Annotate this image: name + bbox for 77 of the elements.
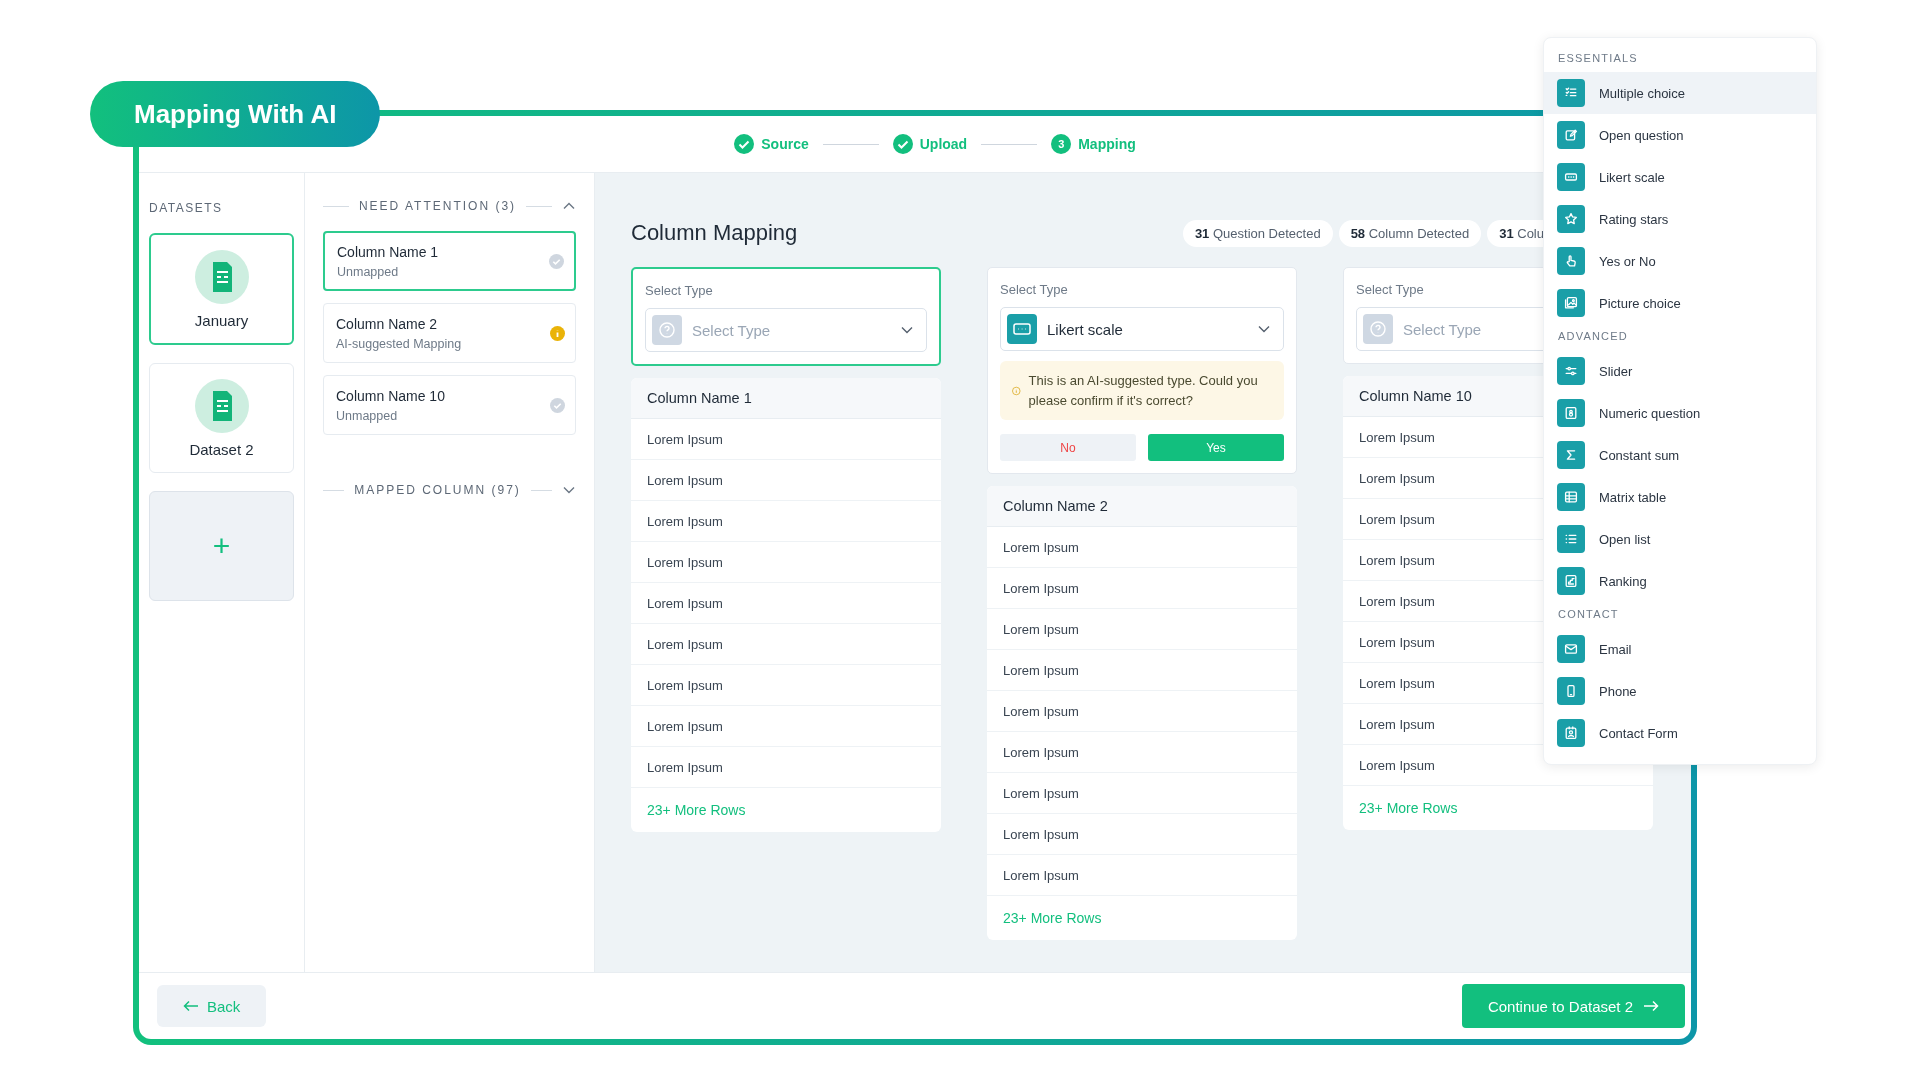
grid-icon: [1557, 483, 1585, 511]
type-select[interactable]: Likert scale: [1000, 307, 1284, 351]
pencil-icon: [1557, 121, 1585, 149]
dataset-name: January: [194, 311, 249, 329]
image-icon: [1557, 289, 1585, 317]
number-icon: [1557, 399, 1585, 427]
count-chip: 58 Column Detected: [1338, 219, 1482, 247]
notice-text: This is an AI-suggested type. Could you please confirm if it's correct?: [1028, 372, 1259, 410]
table-cell: Lorem Ipsum: [631, 624, 941, 665]
question-icon: [652, 315, 682, 345]
column-status: AI-suggested Mapping: [336, 336, 462, 351]
table-cell: Lorem Ipsum: [987, 527, 1297, 568]
check-icon: [892, 134, 913, 154]
column-status: Unmapped: [336, 408, 399, 423]
column-header: Column Name 1: [631, 378, 941, 419]
document-icon: [194, 249, 249, 304]
count-chip: 31 Question Detected: [1182, 219, 1333, 247]
checklist-icon: [1557, 79, 1585, 107]
menu-heading: ADVANCED: [1557, 329, 1629, 344]
table-cell: Lorem Ipsum: [987, 650, 1297, 691]
column-status: Unmapped: [337, 264, 400, 279]
menu-item[interactable]: Likert scale: [1544, 156, 1816, 198]
arrow-left-icon: [183, 1000, 199, 1012]
menu-item[interactable]: Multiple choice: [1544, 72, 1816, 114]
section-heading: DATASETS: [149, 201, 224, 215]
field-label: Select Type: [645, 283, 714, 298]
dataset-name: Dataset 2: [189, 440, 254, 458]
mail-icon: [1557, 635, 1585, 663]
check-icon: [549, 253, 564, 269]
column-name: Column Name 1: [337, 243, 439, 260]
table-cell: Lorem Ipsum: [631, 542, 941, 583]
arrow-right-icon: [1643, 1000, 1659, 1012]
field-label: Select Type: [1356, 282, 1425, 297]
table-cell: Lorem Ipsum: [987, 855, 1297, 896]
column-item[interactable]: Column Name 10 Unmapped: [323, 375, 576, 435]
dataset-card[interactable]: January: [149, 233, 294, 345]
menu-heading: ESSENTIALS: [1557, 51, 1639, 66]
chart-icon: [1557, 567, 1585, 595]
dataset-card[interactable]: Dataset 2: [149, 363, 294, 473]
column-name: Column Name 10: [336, 387, 445, 404]
phone-icon: [1557, 677, 1585, 705]
section-heading: MAPPED COLUMN (97): [354, 483, 521, 497]
table-cell: Lorem Ipsum: [987, 609, 1297, 650]
table-cell: Lorem Ipsum: [631, 419, 941, 460]
table-cell: Lorem Ipsum: [631, 583, 941, 624]
table-cell: Lorem Ipsum: [987, 691, 1297, 732]
column-item[interactable]: Column Name 1 Unmapped: [323, 231, 576, 291]
document-icon: [194, 378, 249, 433]
column-header: Column Name 2: [987, 486, 1297, 527]
menu-heading: CONTACT: [1557, 607, 1620, 622]
check-icon: [734, 134, 755, 154]
section-title: Column Mapping: [631, 220, 798, 246]
contact-icon: [1557, 719, 1585, 747]
table-cell: Lorem Ipsum: [987, 568, 1297, 609]
column-item[interactable]: Column Name 2 AI-suggested Mapping: [323, 303, 576, 363]
field-label: Select Type: [1000, 282, 1069, 297]
hand-icon: [1557, 247, 1585, 275]
table-cell: Lorem Ipsum: [987, 773, 1297, 814]
scale-icon: [1007, 314, 1037, 344]
list-icon: [1557, 525, 1585, 553]
table-cell: Lorem Ipsum: [631, 501, 941, 542]
table-cell: Lorem Ipsum: [987, 732, 1297, 773]
scale-icon: [1557, 163, 1585, 191]
section-heading: NEED ATTENTION (3): [358, 199, 517, 213]
question-icon: [1363, 314, 1393, 344]
sigma-icon: [1557, 441, 1585, 469]
table-cell: Lorem Ipsum: [631, 706, 941, 747]
page-title: Mapping With AI: [90, 81, 381, 147]
table-cell: Lorem Ipsum: [631, 665, 941, 706]
table-cell: Lorem Ipsum: [631, 460, 941, 501]
menu-item[interactable]: Open question: [1544, 114, 1816, 156]
table-cell: Lorem Ipsum: [631, 747, 941, 788]
check-icon: [550, 397, 565, 413]
table-cell: Lorem Ipsum: [987, 814, 1297, 855]
sliders-icon: [1557, 357, 1585, 385]
info-icon: [550, 325, 565, 341]
column-name: Column Name 2: [336, 315, 439, 332]
